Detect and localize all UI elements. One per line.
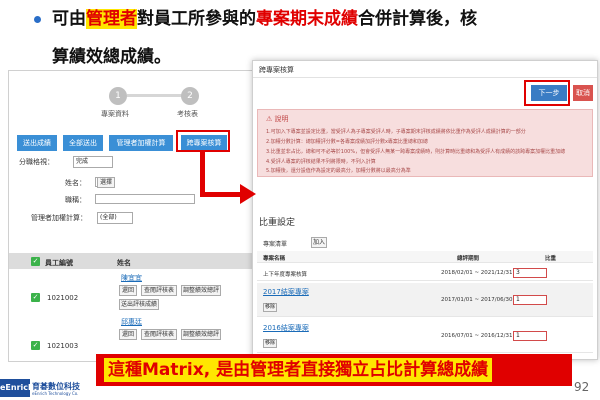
ratio-input[interactable]: 1 (513, 331, 547, 341)
filter-select[interactable]: 完成 (73, 156, 113, 168)
note-line: 4.受評人專案的評核結果不列將限時，不列入計算 (266, 159, 376, 165)
select-all-checkbox[interactable]: ✓ (31, 257, 40, 266)
left-screenshot: 1 2 專案資料 考核表 送出成績 全部送出 管理者加權計算 跨專案核算 分職格… (8, 70, 260, 362)
cancel-button[interactable]: 取消 (573, 85, 593, 101)
col-project-name: 專案名稱 (263, 256, 286, 262)
weight-label: 管理者加權計算： (31, 214, 87, 222)
note-line: 2.加權分數計算：總加權評分數=各專案成績加評分數x專案比重總和加總 (266, 139, 428, 145)
row2-employee-id: 1021003 (47, 342, 79, 350)
modal-divider (253, 77, 597, 78)
project-name: 上下年度專案核算 (263, 272, 308, 278)
modal-title: 跨專案核算 (259, 66, 294, 74)
manager-weight-button[interactable]: 管理者加權計算 (109, 135, 173, 151)
row2-return-button[interactable]: 還回 (119, 329, 137, 340)
ratio-input[interactable]: 1 (513, 295, 547, 305)
arrow-shaft-horizontal (200, 192, 244, 197)
slide-heading: 可由管理者對員工所參與的專案期末成績合併計算後，核 (52, 6, 477, 32)
note-line: 1.可加入下專案並設定比重，當受評人為子專案受評人時，子專案期末評核成績將依比重… (266, 129, 526, 135)
project-name-link[interactable]: 2017結案專案 (263, 287, 309, 297)
weight-select[interactable]: (全部) (97, 212, 133, 224)
arrow-shaft-vertical (200, 152, 205, 196)
row1-employee-id: 1021002 (47, 294, 79, 302)
banner-text: 這種Matrix, 是由管理者直接獨立占比計算總成績 (104, 358, 493, 382)
ratio-input[interactable]: 3 (513, 268, 547, 278)
job-input[interactable] (95, 194, 195, 204)
col-employee-id[interactable]: 員工編號 (45, 258, 73, 268)
step-1-label: 專案資料 (101, 110, 129, 118)
table-row: 2017結案專案 移除 2017/01/01 ~ 2017/06/30 1 (257, 283, 593, 317)
job-label: 職稱： (65, 196, 86, 204)
heading-mid: 對員工所參與的 (137, 9, 256, 29)
arrow-head-icon (240, 184, 256, 204)
heading-post: 合併計算後，核 (358, 9, 477, 29)
step-2-label: 考核表 (177, 110, 198, 118)
filter-label: 分職格視： (19, 158, 54, 166)
remove-project-button[interactable]: 移除 (263, 339, 277, 348)
page-number: 92 (574, 380, 590, 394)
heading-highlight: 管理者 (86, 9, 137, 29)
project-period: 2018/02/01 ~ 2021/12/31 (441, 270, 513, 276)
step-1-circle[interactable]: 1 (109, 87, 127, 105)
note-line: 3.比重並非占比，總和可不必等於100%，但會受評人無某一跨專案成績時，則計算時… (266, 149, 566, 155)
row1-name-link[interactable]: 陳宜宜 (121, 273, 142, 283)
row1-checkbox[interactable]: ✓ (31, 293, 40, 302)
heading-red: 專案期末成績 (256, 9, 358, 29)
row1-adjust-button[interactable]: 調整績效總評 (181, 285, 221, 296)
col-name[interactable]: 姓名 (117, 258, 131, 268)
row2-adjust-button[interactable]: 調整績效總評 (181, 329, 221, 340)
table-row: 2016結案專案 移除 2016/07/01 ~ 2016/12/31 1 (257, 319, 593, 353)
add-project-button[interactable]: 加入 (311, 237, 327, 248)
col-period: 總評期間 (457, 256, 480, 262)
company-name-en: eEnrich Technology Co. (32, 391, 79, 396)
project-table-header: 專案名稱 總評期間 比重 (257, 251, 593, 263)
heading-pre: 可由 (52, 9, 86, 29)
ratio-section-title: 比重設定 (259, 218, 296, 228)
submit-all-button[interactable]: 全部送出 (63, 135, 103, 151)
name-label: 姓名： (65, 179, 86, 187)
row2-view-button[interactable]: 查閱評核表 (141, 329, 177, 340)
col-ratio: 比重 (545, 256, 557, 262)
row1-view-button[interactable]: 查閱評核表 (141, 285, 177, 296)
notes-box: ⚠ 說明 1.可加入下專案並設定比重，當受評人為子專案受評人時，子專案期末評核成… (257, 109, 593, 177)
row1-return-button[interactable]: 還回 (119, 285, 137, 296)
note-line: 5.加權後，還分設值作為設定的最高分，加權分數將以最高分為準 (266, 168, 411, 174)
bullet-dot (34, 16, 41, 23)
step-2-circle[interactable]: 2 (181, 87, 199, 105)
row2-name-link[interactable]: 邱惠廷 (121, 317, 142, 327)
project-period: 2017/01/01 ~ 2017/06/30 (441, 297, 513, 303)
notes-title: ⚠ 說明 (266, 115, 289, 123)
company-logo: eEnrich (0, 379, 34, 397)
remove-project-button[interactable]: 移除 (263, 303, 277, 312)
name-select-button[interactable]: 選擇 (97, 177, 115, 188)
slide-heading-line2: 算績效總成績。 (52, 47, 171, 67)
project-list-label: 專案清單 (263, 241, 288, 248)
notes-title-text: 說明 (274, 115, 289, 123)
project-name-link[interactable]: 2016結案專案 (263, 323, 309, 333)
submit-scores-button[interactable]: 送出成績 (17, 135, 57, 151)
project-period: 2016/07/01 ~ 2016/12/31 (441, 333, 513, 339)
highlight-cross-project-button (176, 130, 230, 152)
row2-checkbox[interactable]: ✓ (31, 341, 40, 350)
summary-banner: 這種Matrix, 是由管理者直接獨立占比計算總成績 (96, 354, 572, 386)
row1-submit-button[interactable]: 送出評核成績 (119, 299, 159, 310)
table-row: 上下年度專案核算 2018/02/01 ~ 2021/12/31 3 (257, 265, 593, 281)
highlight-next-step-button (524, 80, 570, 106)
